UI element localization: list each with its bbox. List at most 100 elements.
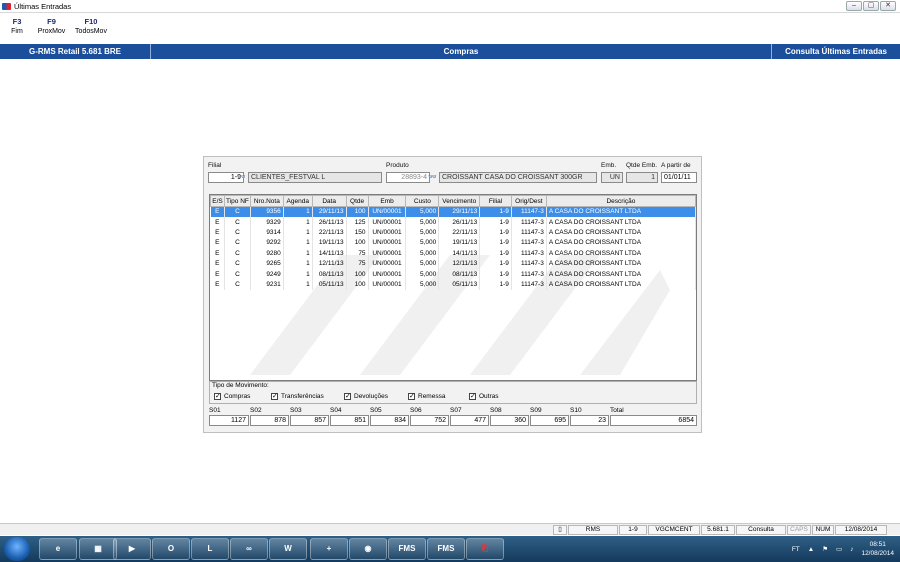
tray-arrow-icon[interactable]: ▲ [808,546,814,553]
outlook-icon[interactable]: O [152,538,190,560]
tipo-movimento-group: Tipo de Movimento: ✓ Compras ✓ Transferênc… [209,381,697,404]
calculator-icon[interactable]: + [310,538,348,560]
col-agenda[interactable]: Agenda [282,195,313,207]
fms-app-2[interactable]: FMS [427,538,465,560]
window-controls: – ▢ ✕ [846,1,896,11]
col-orig-dest[interactable]: Orig/Dest [510,195,547,207]
ie-icon[interactable]: e [39,538,77,560]
app-icon [2,2,11,10]
total-label: S04 [330,407,342,414]
table-cell: 26/11/13 [438,216,481,228]
check-icon[interactable]: ✓ [469,393,476,400]
table-cell: E [210,268,225,280]
table-cell: 1 [283,248,313,259]
fms-app-1[interactable]: FMS [388,538,426,560]
total-value: 851 [330,415,369,426]
banner-product: G-RMS Retail 5.681 BRE [0,44,151,59]
total-label: S09 [530,407,542,414]
table-cell: A CASA DO CROISSANT LTDA [546,206,696,217]
table-cell: 5,000 [405,268,440,280]
entries-grid[interactable]: E/S Tipo NF Nro.Nota Agenda Data Qtde Em… [209,194,697,381]
table-row[interactable]: E C 9280 1 14/11/13 75 UN/00001 5,000 14/11/13 1-… [210,248,696,259]
table-cell: E [210,237,225,249]
col-custo[interactable]: Custo [405,195,440,207]
tray-network-icon[interactable]: ▭ [836,545,842,553]
table-row[interactable]: E C 9231 1 05/11/13 100 UN/00001 5,000 05/11/13 1… [210,279,696,290]
table-cell: 29/11/13 [312,206,347,217]
table-cell: C [224,279,251,290]
window-title: Últimas Entradas [14,1,72,11]
entries-table: E/S Tipo NF Nro.Nota Agenda Data Qtde Em… [210,195,696,290]
table-cell: 9280 [250,248,284,259]
col-tipo-nf[interactable]: Tipo NF [223,195,251,207]
check-icon[interactable]: ✓ [271,393,278,400]
table-cell: A CASA DO CROISSANT LTDA [546,216,696,228]
f9-proxmov-button[interactable]: F9 ProxMov [34,16,69,42]
table-cell: 1-9 [479,268,512,280]
table-row[interactable]: E C 9356 1 29/11/13 100 UN/00001 5,000 29/11/13 1… [210,206,696,217]
f3-fim-button[interactable]: F3 Fim [0,16,34,42]
binoculars-icon[interactable]: 👓 [428,174,438,182]
col-nro-nota[interactable]: Nro.Nota [249,195,284,207]
table-cell: 22/11/13 [438,227,481,238]
minimize-icon[interactable]: – [846,1,862,11]
checkbox-remessa[interactable]: ✓ Remessa [408,393,445,400]
network-icon[interactable]: ∞ [230,538,268,560]
close-icon[interactable]: ✕ [880,1,896,11]
checkbox-outras[interactable]: ✓ Outras [469,393,499,400]
checkbox-transferencias[interactable]: ✓ Transferências [271,393,324,400]
binoculars-icon[interactable]: 👓 [237,174,247,182]
pdf-icon[interactable]: ⎗ [466,538,504,560]
tray-language[interactable]: FT [792,546,800,553]
table-cell: 29/11/13 [438,206,481,217]
table-cell: A CASA DO CROISSANT LTDA [546,248,696,259]
table-cell: 11147-3 [511,206,547,217]
col-descricao[interactable]: Descrição [545,195,696,207]
table-row[interactable]: E C 9249 1 08/11/13 100 UN/00001 5,000 08/11/13 1… [210,268,696,280]
checkbox-compras[interactable]: ✓ Compras [214,393,250,400]
table-cell: 1 [283,237,313,249]
checkbox-devolucoes[interactable]: ✓ Devoluções [344,393,388,400]
table-cell: 1-9 [479,216,512,228]
check-icon[interactable]: ✓ [408,393,415,400]
total-label: S10 [570,407,582,414]
table-row[interactable]: E C 9329 1 26/11/13 125 UN/00001 5,000 26/11/13 1… [210,216,696,228]
table-cell: 1 [283,258,313,269]
tipo-movimento-label: Tipo de Movimento: [212,382,269,389]
table-cell: 9265 [250,258,284,269]
folder-icon[interactable]: ▦ [79,538,117,560]
table-cell: UN/00001 [368,258,407,269]
table-cell: 5,000 [405,216,440,228]
tray-flag-icon[interactable]: ⚑ [822,545,828,553]
col-es[interactable]: E/S [210,195,225,207]
table-row[interactable]: E C 9314 1 22/11/13 150 UN/00001 5,000 22/11/13 1… [210,227,696,238]
table-cell: 1-9 [479,237,512,249]
f10-todosmov-button[interactable]: F10 TodosMov [69,16,113,42]
table-cell: UN/00001 [368,237,407,249]
check-icon[interactable]: ✓ [214,393,221,400]
maximize-icon[interactable]: ▢ [863,1,879,11]
col-filial[interactable]: Filial [479,195,512,207]
word-icon[interactable]: W [269,538,307,560]
table-cell: A CASA DO CROISSANT LTDA [546,268,696,280]
col-vencimento[interactable]: Vencimento [438,195,481,207]
status-num: NUM [812,525,834,535]
globe-icon[interactable]: ◉ [349,538,387,560]
table-row[interactable]: E C 9265 1 12/11/13 75 UN/00001 5,000 12/11/13 1-… [210,258,696,269]
media-icon[interactable]: ▶ [113,538,151,560]
table-row[interactable]: E C 9292 1 19/11/13 100 UN/00001 5,000 19/11/13 1… [210,237,696,249]
produto-name-field: CROISSANT CASA DO CROISSANT 300GR [439,172,597,183]
tray-volume-icon[interactable]: ♪ [850,546,853,553]
clock[interactable]: 08:51 12/08/2014 [861,540,894,558]
check-icon[interactable]: ✓ [344,393,351,400]
table-cell: E [210,258,225,269]
a-partir-de-field[interactable]: 01/01/11 [661,172,697,183]
col-data[interactable]: Data [311,195,347,207]
col-emb[interactable]: Emb [367,195,407,207]
start-button-icon[interactable] [4,537,30,561]
table-cell: 19/11/13 [312,237,347,249]
lync-icon[interactable]: L [191,538,229,560]
col-qtde[interactable]: Qtde [345,195,369,207]
table-cell: C [224,206,251,217]
produto-code-field[interactable]: 28893-4 [386,172,430,183]
